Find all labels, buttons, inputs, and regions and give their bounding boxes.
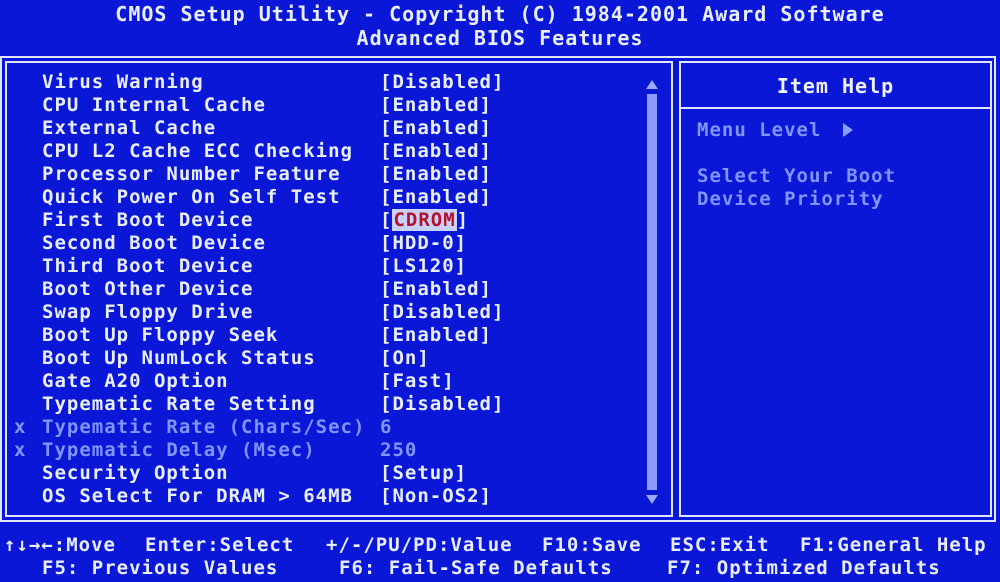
bios-header: CMOS Setup Utility - Copyright (C) 1984-… — [0, 0, 1000, 54]
setting-label: Security Option — [42, 462, 229, 484]
setting-label: Typematic Delay (Msec) — [42, 439, 316, 461]
utility-title: CMOS Setup Utility - Copyright (C) 1984-… — [115, 2, 885, 26]
setting-row: x Typematic Rate (Chars/Sec) 6 — [14, 416, 634, 439]
setting-value[interactable]: [Disabled] — [380, 301, 504, 323]
value-bracket-close: ] — [456, 209, 470, 231]
scroll-thumb[interactable] — [647, 94, 657, 490]
setting-value[interactable]: [Enabled] — [380, 94, 492, 116]
setting-label: Processor Number Feature — [42, 163, 341, 185]
setting-value[interactable]: [CDROM] — [380, 209, 469, 231]
setting-value[interactable]: [Enabled] — [380, 186, 492, 208]
key-hint: F10:Save — [542, 534, 642, 556]
setting-value[interactable]: [Fast] — [380, 370, 455, 392]
setting-label: Swap Floppy Drive — [42, 301, 254, 323]
menu-level-label: Menu Level — [697, 119, 822, 141]
setting-value[interactable]: [Enabled] — [380, 163, 492, 185]
scroll-track[interactable] — [647, 94, 657, 490]
setting-row[interactable]: Typematic Rate Setting [Disabled] — [14, 393, 634, 416]
setting-value[interactable]: [LS120] — [380, 255, 467, 277]
settings-scrollbar[interactable] — [645, 78, 659, 506]
key-hint: ↑↓→←:Move — [4, 534, 116, 556]
setting-label: Boot Up Floppy Seek — [42, 324, 279, 346]
setting-row[interactable]: Processor Number Feature [Enabled] — [14, 163, 634, 186]
setting-row[interactable]: OS Select For DRAM > 64MB [Non-OS2] — [14, 485, 634, 508]
key-hint: F6: Fail-Safe Defaults — [339, 557, 613, 579]
setting-label: Second Boot Device — [42, 232, 266, 254]
help-title: Item Help — [776, 74, 895, 98]
menu-level-arrow-icon — [843, 123, 854, 137]
setting-value[interactable]: [HDD-0] — [380, 232, 467, 254]
setting-value: 250 — [380, 439, 418, 461]
setting-row: x Typematic Delay (Msec) 250 — [14, 439, 634, 462]
setting-label: Gate A20 Option — [42, 370, 229, 392]
setting-row[interactable]: Boot Other Device [Enabled] — [14, 278, 634, 301]
key-hint: F1:General Help — [800, 534, 987, 556]
key-hint: +/-/PU/PD:Value — [326, 534, 513, 556]
setting-row[interactable]: CPU Internal Cache [Enabled] — [14, 94, 634, 117]
setting-row[interactable]: Boot Up Floppy Seek [Enabled] — [14, 324, 634, 347]
setting-label: Third Boot Device — [42, 255, 254, 277]
setting-row[interactable]: Third Boot Device [LS120] — [14, 255, 634, 278]
setting-value[interactable]: [Disabled] — [380, 71, 504, 93]
setting-label: Typematic Rate (Chars/Sec) — [42, 416, 366, 438]
scroll-down-icon[interactable] — [646, 495, 658, 504]
setting-value[interactable]: [Enabled] — [380, 117, 492, 139]
key-hint: F7: Optimized Defaults — [667, 557, 941, 579]
setting-value[interactable]: [Non-OS2] — [380, 485, 492, 507]
row-disabled-mark: x — [14, 416, 27, 438]
settings-list: Virus Warning [Disabled] CPU Internal Cach… — [14, 71, 634, 508]
key-hint: ESC:Exit — [670, 534, 770, 556]
scroll-up-icon[interactable] — [646, 80, 658, 89]
setting-label: Virus Warning — [42, 71, 204, 93]
setting-row[interactable]: First Boot Device [CDROM] — [14, 209, 634, 232]
setting-row[interactable]: Security Option [Setup] — [14, 462, 634, 485]
setting-label: Boot Other Device — [42, 278, 254, 300]
setting-label: External Cache — [42, 117, 217, 139]
setting-value[interactable]: [Setup] — [380, 462, 467, 484]
setting-value[interactable]: [Enabled] — [380, 324, 492, 346]
setting-value[interactable]: [Enabled] — [380, 278, 492, 300]
setting-label: CPU Internal Cache — [42, 94, 266, 116]
value-bracket-open: [ — [380, 209, 393, 231]
setting-label: First Boot Device — [42, 209, 254, 231]
setting-value: 6 — [380, 416, 393, 438]
setting-row[interactable]: CPU L2 Cache ECC Checking [Enabled] — [14, 140, 634, 163]
setting-row[interactable]: Quick Power On Self Test [Enabled] — [14, 186, 634, 209]
row-disabled-mark: x — [14, 439, 27, 461]
setting-row[interactable]: Second Boot Device [HDD-0] — [14, 232, 634, 255]
setting-value[interactable]: [Enabled] — [380, 140, 492, 162]
setting-value[interactable]: [On] — [380, 347, 430, 369]
selected-value-highlight[interactable]: CDROM — [392, 209, 457, 231]
key-legend: ↑↓→←:Move Enter:Select +/-/PU/PD:Value F10:… — [0, 527, 1000, 582]
setting-label: Quick Power On Self Test — [42, 186, 341, 208]
key-hint: F5: Previous Values — [42, 557, 279, 579]
menu-level: Menu Level — [697, 119, 977, 142]
help-body: Menu Level Select Your Boot Device Prior… — [697, 119, 977, 211]
setting-label: Typematic Rate Setting — [42, 393, 316, 415]
page-title: Advanced BIOS Features — [356, 26, 644, 50]
setting-label: Boot Up NumLock Status — [42, 347, 316, 369]
setting-row[interactable]: External Cache [Enabled] — [14, 117, 634, 140]
setting-row[interactable]: Gate A20 Option [Fast] — [14, 370, 634, 393]
setting-row[interactable]: Virus Warning [Disabled] — [14, 71, 634, 94]
setting-label: CPU L2 Cache ECC Checking — [42, 140, 353, 162]
setting-value[interactable]: [Disabled] — [380, 393, 504, 415]
help-divider — [679, 107, 992, 109]
help-text: Select Your Boot Device Priority — [697, 165, 897, 210]
setting-row[interactable]: Swap Floppy Drive [Disabled] — [14, 301, 634, 324]
key-hint: Enter:Select — [145, 534, 295, 556]
setting-label: OS Select For DRAM > 64MB — [42, 485, 353, 507]
setting-row[interactable]: Boot Up NumLock Status [On] — [14, 347, 634, 370]
